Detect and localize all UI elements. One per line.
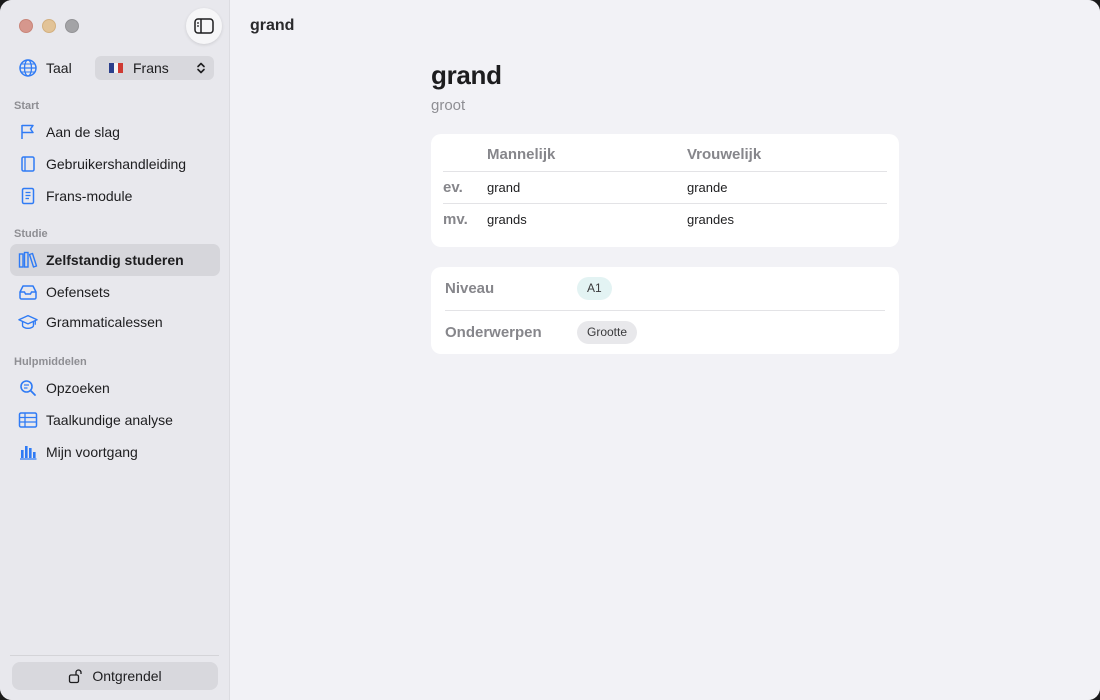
word-title: grand xyxy=(431,60,502,90)
close-window-button[interactable] xyxy=(19,19,33,33)
sidebar-item-taalkundige-analyse[interactable]: Taalkundige analyse xyxy=(10,404,220,436)
cell-feminine-singular: grande xyxy=(687,180,728,195)
sidebar-item-label: Aan de slag xyxy=(46,124,120,140)
sidebar-item-grammaticalessen[interactable]: Grammaticalessen xyxy=(10,306,220,338)
tray-icon xyxy=(18,282,38,302)
table-icon xyxy=(18,410,38,430)
sidebar-item-label: Oefensets xyxy=(46,284,110,300)
topic-tag[interactable]: Grootte xyxy=(577,321,638,344)
flag-icon xyxy=(18,122,38,142)
table-row: ev. grand grande xyxy=(443,171,887,203)
books-icon xyxy=(18,250,38,270)
magnifier-icon xyxy=(18,378,38,398)
book-icon xyxy=(18,154,38,174)
sidebar-item-opzoeken[interactable]: Opzoeken xyxy=(10,372,220,404)
graduation-cap-icon xyxy=(18,312,38,332)
topics-label: Onderwerpen xyxy=(445,324,542,341)
chevron-up-down-icon xyxy=(196,61,206,75)
cell-masculine-singular: grand xyxy=(487,180,521,195)
sidebar-icon xyxy=(194,18,214,34)
sidebar-item-label: Opzoeken xyxy=(46,380,110,396)
word-metadata: Niveau A1 Onderwerpen Grootte xyxy=(431,267,899,354)
window-title: grand xyxy=(250,17,295,34)
sidebar-item-label: Gebruikershandleiding xyxy=(46,156,187,172)
word-translation: groot xyxy=(431,97,466,114)
app-window: Taal Frans Start Aan de slag Gebruikersh… xyxy=(0,0,1100,700)
section-title-hulpmiddelen: Hulpmiddelen xyxy=(14,356,87,368)
unlock-button[interactable]: Ontgrendel xyxy=(12,662,218,690)
language-select[interactable]: Frans xyxy=(95,56,214,80)
sidebar: Taal Frans Start Aan de slag Gebruikersh… xyxy=(0,0,230,700)
sidebar-item-label: Taalkundige analyse xyxy=(46,412,173,428)
sidebar-item-aan-de-slag[interactable]: Aan de slag xyxy=(10,116,220,148)
sidebar-divider xyxy=(10,655,219,656)
column-header-masculine: Mannelijk xyxy=(487,146,556,163)
sidebar-item-zelfstandig-studeren[interactable]: Zelfstandig studeren xyxy=(10,244,220,276)
bar-chart-icon xyxy=(18,442,38,462)
sidebar-item-label: Mijn voortgang xyxy=(46,444,138,460)
sidebar-item-gebruikershandleiding[interactable]: Gebruikershandleiding xyxy=(10,148,220,180)
inflection-table: Mannelijk Vrouwelijk ev. grand grande mv… xyxy=(431,134,899,247)
topics-row: Onderwerpen Grootte xyxy=(445,311,885,354)
language-value: Frans xyxy=(133,60,169,76)
section-title-start: Start xyxy=(14,100,40,112)
section-title-studie: Studie xyxy=(14,228,48,240)
main-content: grand grand groot Mannelijk Vrouwelijk e… xyxy=(230,0,1100,700)
table-row: mv. grands grandes xyxy=(443,203,887,235)
language-row: Taal Frans xyxy=(18,56,214,80)
level-label: Niveau xyxy=(445,280,495,297)
column-header-feminine: Vrouwelijk xyxy=(687,146,762,163)
minimize-window-button[interactable] xyxy=(42,19,56,33)
unlock-label: Ontgrendel xyxy=(92,668,162,684)
sidebar-item-label: Grammaticalessen xyxy=(46,314,163,330)
cell-feminine-plural: grandes xyxy=(687,212,734,227)
level-badge: A1 xyxy=(577,277,612,300)
sidebar-item-label: Frans-module xyxy=(46,188,133,204)
window-controls xyxy=(19,19,79,33)
language-label: Taal xyxy=(46,60,72,76)
inflection-header: Mannelijk Vrouwelijk xyxy=(487,146,887,170)
french-flag-icon xyxy=(109,63,124,73)
sidebar-toggle-button[interactable] xyxy=(186,8,222,44)
row-label-singular: ev. xyxy=(443,179,463,196)
sidebar-item-frans-module[interactable]: Frans-module xyxy=(10,180,220,212)
cell-masculine-plural: grands xyxy=(487,212,527,227)
sidebar-item-oefensets[interactable]: Oefensets xyxy=(10,276,220,308)
zoom-window-button[interactable] xyxy=(65,19,79,33)
level-row: Niveau A1 xyxy=(445,267,885,310)
document-icon xyxy=(18,186,38,206)
globe-icon xyxy=(18,58,38,78)
unlock-icon xyxy=(68,668,84,684)
word-detail: grand groot Mannelijk Vrouwelijk ev. gra… xyxy=(431,60,899,354)
sidebar-item-mijn-voortgang[interactable]: Mijn voortgang xyxy=(10,436,220,468)
row-label-plural: mv. xyxy=(443,211,468,228)
sidebar-item-label: Zelfstandig studeren xyxy=(46,252,184,268)
